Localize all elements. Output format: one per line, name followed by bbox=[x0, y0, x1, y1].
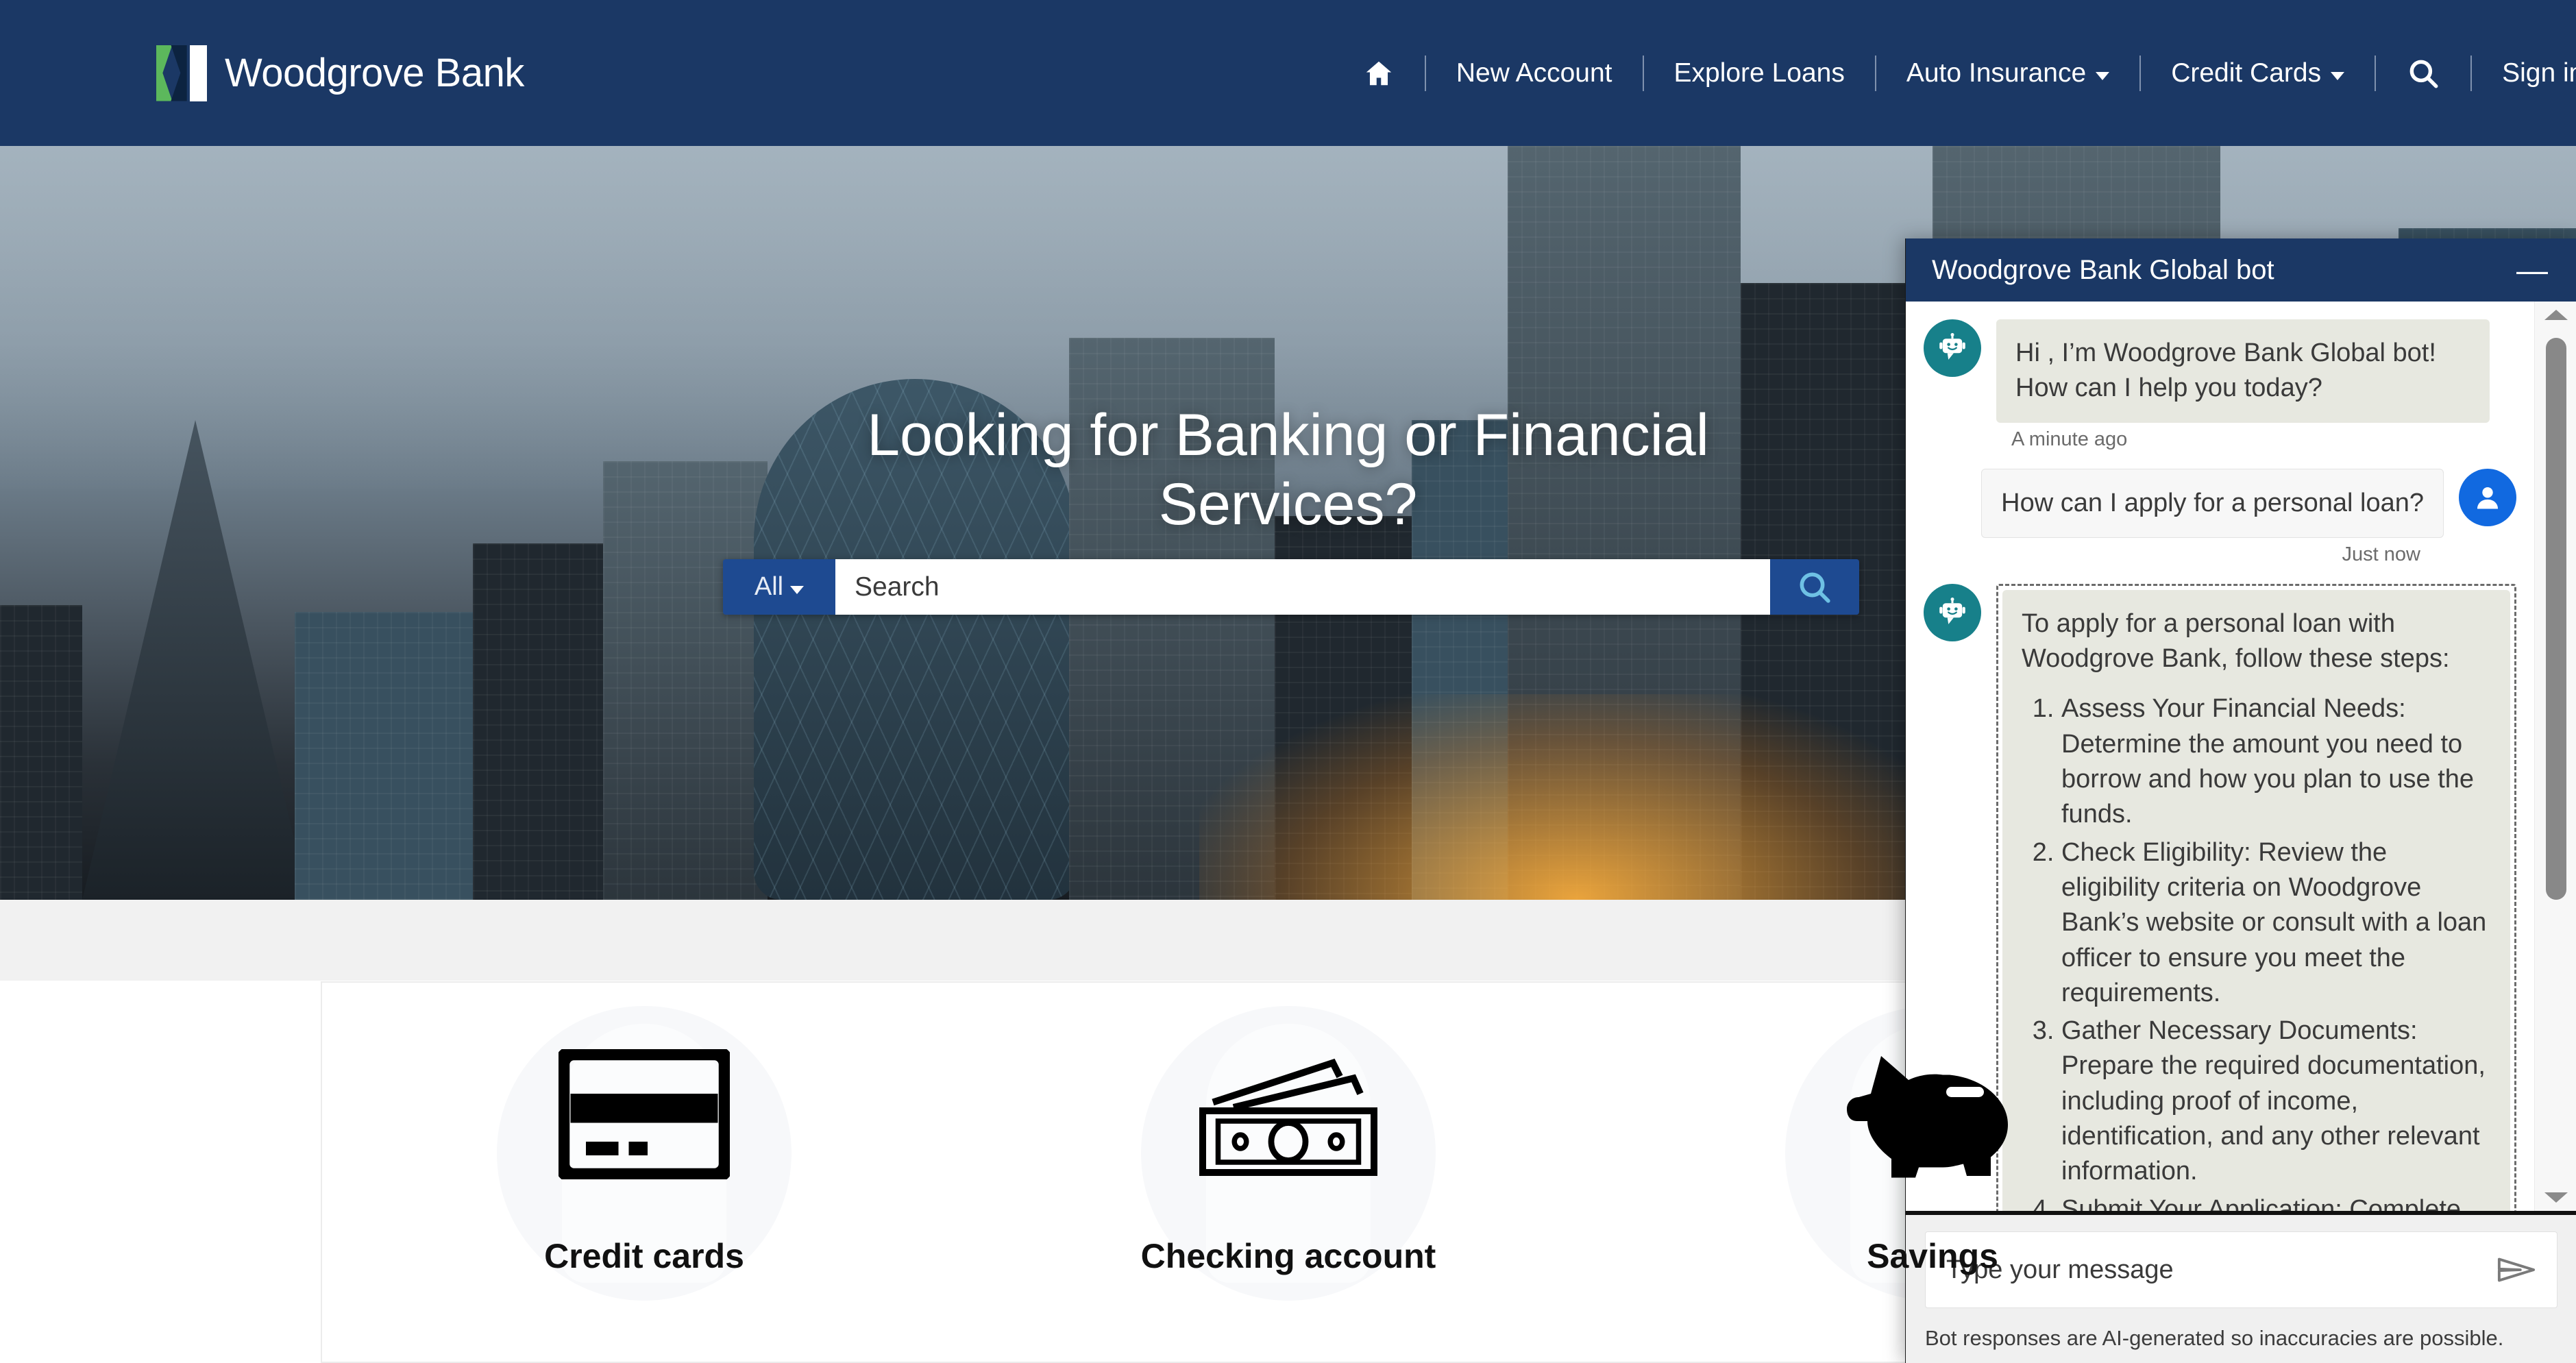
nav-divider bbox=[1874, 55, 1876, 91]
nav-item-label: New Account bbox=[1456, 58, 1612, 88]
answer-step: Gather Necessary Documents: Prepare the … bbox=[2061, 1014, 2491, 1189]
chevron-down-icon bbox=[790, 585, 805, 594]
chat-input-wrapper bbox=[1925, 1231, 2557, 1308]
chevron-down-icon[interactable] bbox=[2544, 1192, 2568, 1203]
nav-divider bbox=[2139, 55, 2142, 91]
bot-avatar-icon bbox=[1924, 583, 1981, 641]
chat-bubble-text: How can I apply for a personal loan? bbox=[1981, 468, 2444, 538]
piggy-bank-icon bbox=[1843, 1025, 2022, 1203]
banknotes-icon bbox=[1189, 1025, 1388, 1203]
nav-item-label: Credit Cards bbox=[2171, 58, 2322, 88]
chevron-down-icon bbox=[2331, 71, 2345, 80]
answer-step: Assess Your Financial Needs: Determine t… bbox=[2061, 691, 2491, 832]
chat-message-user: How can I apply for a personal loan? bbox=[1924, 468, 2516, 538]
nav-divider bbox=[2470, 55, 2473, 91]
scrollbar-thumb[interactable] bbox=[2545, 338, 2566, 900]
top-navigation-bar: Woodgrove Bank New Account Explore Loans… bbox=[0, 0, 2576, 146]
chevron-down-icon bbox=[2096, 71, 2110, 80]
chat-disclaimer: Bot responses are AI-generated so inaccu… bbox=[1925, 1326, 2504, 1350]
hero-search-bar: All bbox=[723, 559, 1859, 615]
search-scope-label: All bbox=[754, 572, 784, 601]
chat-bubble-focus-outline[interactable]: To apply for a personal loan with Woodgr… bbox=[1996, 583, 2516, 1211]
sign-in-link[interactable]: Sign in bbox=[2502, 58, 2576, 88]
nav-item-label: Auto Insurance bbox=[1906, 58, 2087, 88]
minimize-icon[interactable]: — bbox=[2512, 254, 2551, 286]
chat-title: Woodgrove Bank Global bot bbox=[1932, 254, 2274, 285]
chat-scrollbar[interactable] bbox=[2534, 302, 2576, 1211]
answer-step: Submit Your Application: Complete the on… bbox=[2061, 1192, 2491, 1211]
answer-intro: To apply for a personal loan with Woodgr… bbox=[2022, 609, 2450, 674]
nav-divider bbox=[1642, 55, 1644, 91]
chevron-up-icon[interactable] bbox=[2544, 310, 2568, 320]
brand-name: Woodgrove Bank bbox=[225, 51, 524, 95]
user-avatar-icon bbox=[2459, 468, 2516, 526]
nav-divider bbox=[2375, 55, 2377, 91]
chat-message-input[interactable] bbox=[1946, 1255, 2497, 1285]
search-scope-dropdown[interactable]: All bbox=[723, 559, 835, 615]
woodgrove-logo-icon bbox=[156, 45, 207, 101]
home-icon[interactable] bbox=[1363, 58, 1395, 89]
search-submit-button[interactable] bbox=[1770, 559, 1859, 615]
brand-logo[interactable]: Woodgrove Bank bbox=[156, 45, 524, 101]
nav-item-new-account[interactable]: New Account bbox=[1456, 58, 1612, 88]
product-card-label: Savings bbox=[1867, 1237, 1998, 1275]
nav-item-auto-insurance[interactable]: Auto Insurance bbox=[1906, 58, 2110, 88]
nav-divider bbox=[1424, 55, 1426, 91]
chat-timestamp: A minute ago bbox=[2011, 428, 2128, 450]
chat-bubble-answer: To apply for a personal loan with Woodgr… bbox=[2002, 589, 2510, 1211]
chat-bubble-text: Hi , I’m Woodgrove Bank Global bot! How … bbox=[1996, 319, 2490, 423]
scrollbar-track[interactable] bbox=[2535, 320, 2576, 1192]
chat-footer: Bot responses are AI-generated so inaccu… bbox=[1906, 1215, 2576, 1363]
credit-card-icon bbox=[559, 1025, 730, 1203]
nav-item-credit-cards[interactable]: Credit Cards bbox=[2171, 58, 2345, 88]
product-card-credit-cards[interactable]: Credit cards bbox=[322, 983, 966, 1362]
product-card-label: Checking account bbox=[1140, 1237, 1436, 1275]
sign-in-label: Sign in bbox=[2502, 58, 2576, 88]
nav-item-label: Explore Loans bbox=[1673, 58, 1845, 88]
chat-timestamp: Just now bbox=[2342, 543, 2420, 565]
answer-steps-list: Assess Your Financial Needs: Determine t… bbox=[2022, 691, 2491, 1211]
answer-step: Check Eligibility: Review the eligibilit… bbox=[2061, 835, 2491, 1011]
product-card-checking-account[interactable]: Checking account bbox=[966, 983, 1610, 1362]
search-input[interactable] bbox=[835, 559, 1770, 615]
send-icon[interactable] bbox=[2497, 1255, 2536, 1285]
primary-nav-menu: New Account Explore Loans Auto Insurance… bbox=[1363, 55, 2576, 91]
product-card-label: Credit cards bbox=[544, 1237, 744, 1275]
nav-item-explore-loans[interactable]: Explore Loans bbox=[1674, 58, 1845, 88]
bot-avatar-icon bbox=[1924, 319, 1981, 377]
chat-header: Woodgrove Bank Global bot — bbox=[1906, 238, 2576, 302]
search-icon[interactable] bbox=[2406, 56, 2440, 90]
chat-message-bot: Hi , I’m Woodgrove Bank Global bot! How … bbox=[1924, 319, 2516, 423]
page-root: Woodgrove Bank New Account Explore Loans… bbox=[0, 0, 2576, 1363]
